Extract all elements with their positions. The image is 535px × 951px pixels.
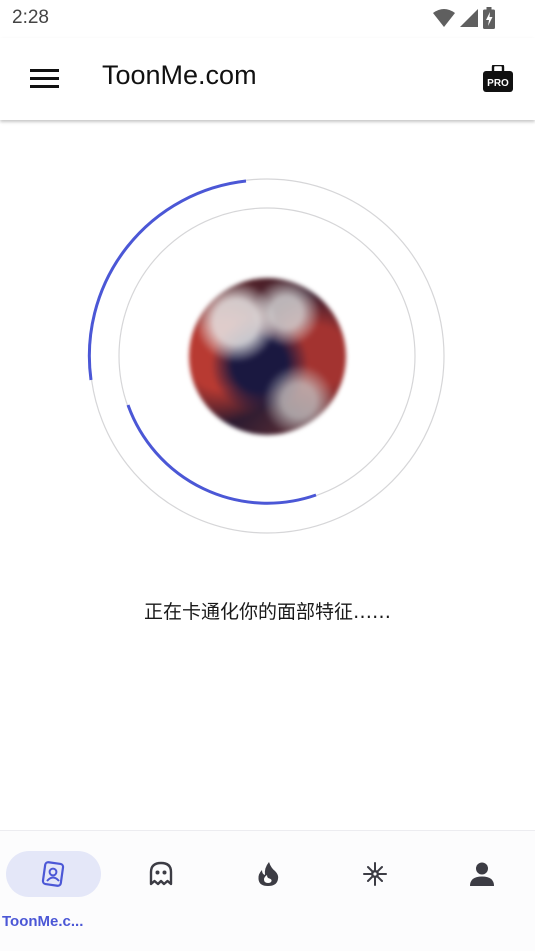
battery-charging-icon xyxy=(483,7,495,29)
sparkle-icon xyxy=(362,862,387,886)
flame-icon xyxy=(257,862,278,886)
hamburger-menu-icon xyxy=(30,69,59,88)
pro-button[interactable]: PRO xyxy=(481,62,515,96)
nav-item-trending[interactable] xyxy=(214,831,321,951)
status-icons xyxy=(433,7,495,29)
app-title: ToonMe.com xyxy=(102,60,257,90)
nav-item-label: ToonMe.c... xyxy=(2,913,84,930)
nav-item-effects[interactable] xyxy=(321,831,428,951)
nav-item-ghost[interactable] xyxy=(107,831,214,951)
nav-item-toonme[interactable]: ToonMe.c... xyxy=(0,831,107,951)
bottom-nav: ToonMe.c... xyxy=(0,830,535,951)
app-bar: ToonMe.com PRO xyxy=(0,38,535,120)
pro-briefcase-icon: PRO xyxy=(483,65,513,92)
wifi-icon xyxy=(433,9,455,27)
signal-icon xyxy=(460,9,478,27)
progress-message: 正在卡通化你的面部特征…… xyxy=(143,601,391,623)
status-bar: 2:28 xyxy=(0,0,535,38)
screen: 2:28 ToonMe.com PRO 正在卡通化你的面部特征…… ToonMe… xyxy=(0,0,535,951)
person-icon xyxy=(469,862,494,886)
ghost-icon xyxy=(149,861,172,886)
menu-button[interactable] xyxy=(22,62,66,96)
status-time: 2:28 xyxy=(12,7,49,28)
toon-portrait-icon xyxy=(41,861,65,887)
pro-label: PRO xyxy=(487,78,509,89)
user-photo-avatar xyxy=(189,278,346,435)
nav-item-profile[interactable] xyxy=(428,831,535,951)
